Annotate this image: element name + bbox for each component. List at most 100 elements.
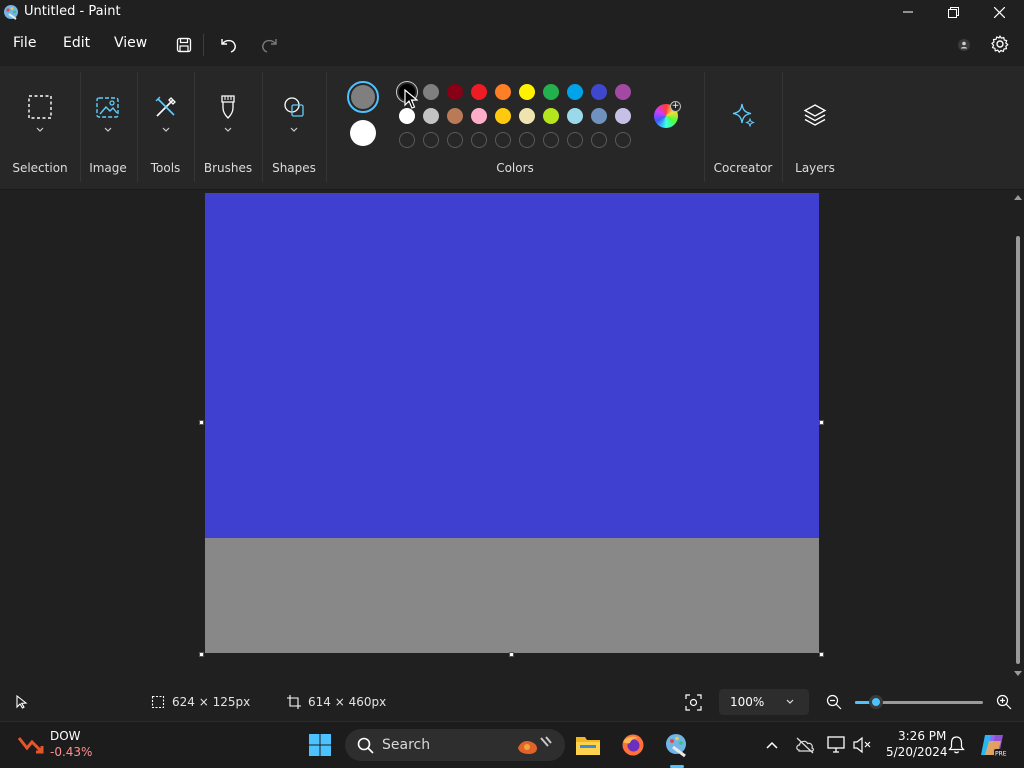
layers-group[interactable]: Layers — [782, 66, 848, 190]
custom-color-slot[interactable] — [495, 132, 511, 148]
status-bar: 624 × 125px 614 × 460px 100% — [0, 683, 1024, 721]
taskbar: DOW -0.43% Search 3:26 PM 5/20/2024 PRE — [0, 721, 1024, 768]
menu-view[interactable]: View — [114, 35, 147, 51]
custom-color-slot[interactable] — [615, 132, 631, 148]
scroll-down-icon[interactable] — [1014, 671, 1022, 676]
zoom-in-icon[interactable] — [996, 694, 1012, 710]
custom-color-slot[interactable] — [423, 132, 439, 148]
menu-file[interactable]: File — [13, 35, 36, 51]
minimize-button[interactable] — [885, 0, 931, 24]
tools-label: Tools — [150, 161, 181, 175]
color-swatch[interactable] — [519, 84, 535, 100]
color-swatch[interactable] — [543, 84, 559, 100]
color-swatch[interactable] — [591, 108, 607, 124]
color-swatch[interactable] — [615, 108, 631, 124]
chevron-down-icon — [162, 127, 169, 132]
toolbar-divider — [203, 34, 204, 56]
brushes-group[interactable]: Brushes — [194, 66, 262, 190]
image-icon — [93, 92, 123, 122]
save-icon — [176, 37, 192, 53]
color-swatch[interactable] — [543, 108, 559, 124]
fit-to-window-icon[interactable] — [685, 694, 702, 711]
close-icon — [993, 6, 1005, 18]
primary-color-swatch[interactable] — [347, 81, 379, 113]
zoom-slider-thumb[interactable] — [869, 695, 883, 709]
color-swatch[interactable] — [447, 84, 463, 100]
redo-button[interactable] — [256, 32, 282, 58]
chevron-down-icon — [290, 127, 298, 132]
resize-handle-bottom-right[interactable] — [819, 652, 824, 657]
secondary-color-swatch[interactable] — [350, 120, 376, 146]
firefox-button[interactable] — [619, 731, 647, 759]
color-swatch[interactable] — [567, 108, 583, 124]
resize-handle-right[interactable] — [819, 420, 824, 425]
color-swatch[interactable] — [399, 108, 415, 124]
resize-handle-bottom-left[interactable] — [199, 652, 204, 657]
onedrive-icon[interactable] — [795, 736, 815, 754]
custom-color-slot[interactable] — [543, 132, 559, 148]
color-swatch[interactable] — [495, 108, 511, 124]
volume-muted-icon[interactable] — [852, 736, 872, 754]
color-swatch[interactable] — [591, 84, 607, 100]
color-swatch[interactable] — [447, 108, 463, 124]
account-button[interactable] — [952, 33, 976, 57]
taskbar-search[interactable]: Search — [345, 729, 565, 761]
scroll-up-icon[interactable] — [1014, 195, 1022, 200]
menu-edit[interactable]: Edit — [63, 35, 90, 51]
custom-color-slot[interactable] — [567, 132, 583, 148]
custom-color-slot[interactable] — [519, 132, 535, 148]
stock-change: -0.43% — [50, 745, 93, 759]
scrollbar-thumb[interactable] — [1016, 236, 1020, 664]
undo-button[interactable] — [216, 32, 242, 58]
resize-handle-left[interactable] — [199, 420, 204, 425]
cursor-position-icon — [16, 695, 28, 709]
layers-label: Layers — [795, 161, 835, 175]
color-swatch[interactable] — [423, 108, 439, 124]
save-button[interactable] — [171, 32, 197, 58]
shapes-group[interactable]: Shapes — [262, 66, 326, 190]
chevron-up-icon[interactable] — [765, 740, 779, 750]
color-swatch[interactable] — [423, 84, 439, 100]
notification-bell-icon[interactable] — [948, 735, 965, 754]
start-button[interactable] — [306, 731, 334, 759]
custom-color-slot[interactable] — [447, 132, 463, 148]
close-button[interactable] — [976, 0, 1022, 24]
clock-time[interactable]: 3:26 PM — [898, 729, 946, 743]
tools-group[interactable]: Tools — [137, 66, 194, 190]
drawing-canvas[interactable] — [205, 193, 819, 653]
file-explorer-button[interactable] — [574, 731, 602, 759]
undo-icon — [221, 39, 236, 53]
color-swatch[interactable] — [615, 84, 631, 100]
copilot-icon[interactable]: PRE — [979, 731, 1007, 759]
cocreator-group[interactable]: Cocreator — [704, 66, 782, 190]
resize-handle-bottom[interactable] — [509, 652, 514, 657]
vertical-scrollbar[interactable] — [1012, 191, 1024, 681]
minimize-icon — [903, 11, 913, 13]
color-swatch[interactable] — [519, 108, 535, 124]
stock-widget-icon[interactable] — [18, 732, 44, 756]
color-swatch[interactable] — [471, 84, 487, 100]
restore-button[interactable] — [930, 0, 976, 24]
network-icon[interactable] — [827, 736, 847, 754]
chevron-down-icon — [36, 127, 44, 132]
custom-color-slot[interactable] — [591, 132, 607, 148]
image-group[interactable]: Image — [80, 66, 136, 190]
search-highlight-icon — [518, 736, 552, 754]
custom-color-slot[interactable] — [471, 132, 487, 148]
color-swatch[interactable] — [567, 84, 583, 100]
redo-icon — [262, 39, 277, 53]
zoom-dropdown[interactable]: 100% — [719, 689, 809, 715]
color-swatch[interactable] — [495, 84, 511, 100]
sparkle-icon — [728, 100, 758, 130]
zoom-out-icon[interactable] — [826, 694, 842, 710]
add-color-icon: + — [670, 101, 681, 112]
title-bar: Untitled - Paint — [0, 0, 1024, 24]
clock-date[interactable]: 5/20/2024 — [886, 745, 948, 759]
selection-group[interactable]: Selection — [0, 66, 80, 190]
mouse-cursor-icon — [404, 89, 418, 109]
custom-color-slot[interactable] — [399, 132, 415, 148]
settings-button[interactable] — [988, 32, 1012, 56]
color-swatch[interactable] — [471, 108, 487, 124]
selection-icon — [25, 92, 55, 122]
paint-taskbar-button[interactable] — [663, 731, 691, 759]
